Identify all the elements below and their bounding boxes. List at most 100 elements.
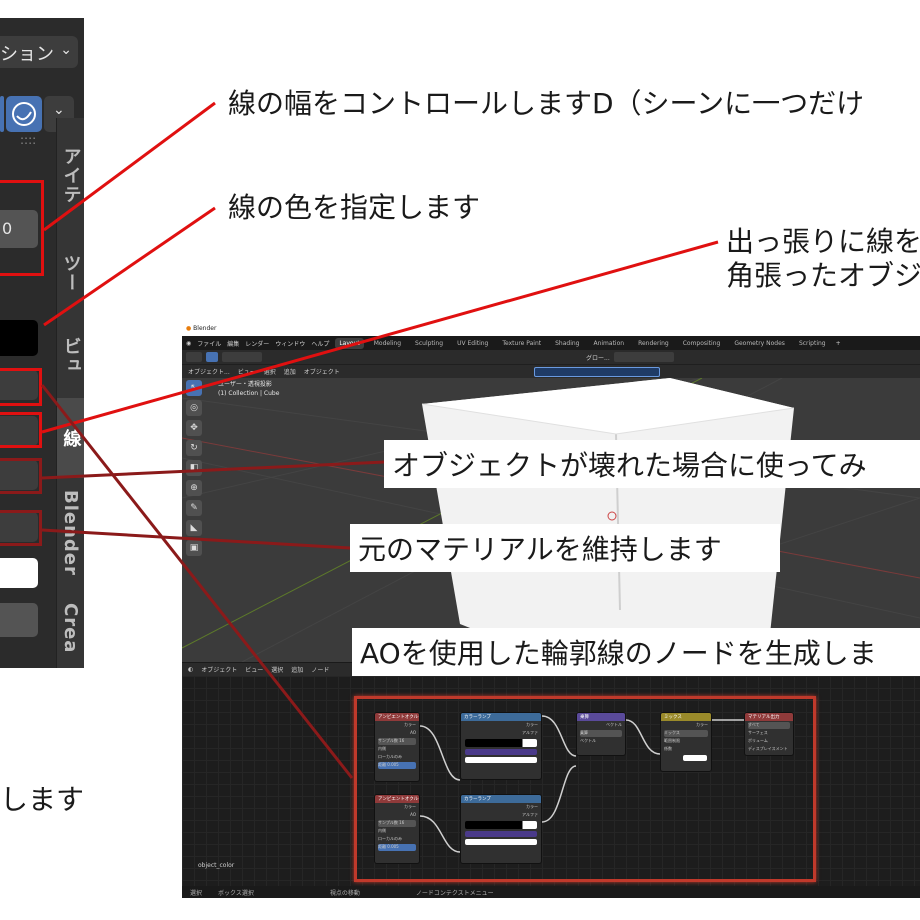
tab-modeling[interactable]: Modeling <box>370 338 405 349</box>
tab-create[interactable]: Crea <box>56 588 84 668</box>
cursor-tool-icon[interactable]: ◎ <box>186 400 202 416</box>
status-box-select: ボックス選択 <box>218 889 254 897</box>
node-samples-field[interactable]: サンプル数 16 <box>378 738 416 745</box>
menu-window[interactable]: ウィンドウ <box>275 339 305 348</box>
node-output-ao: AO <box>410 812 416 817</box>
color-ramp-swatch[interactable] <box>465 839 537 845</box>
node-editor-type-icon[interactable]: ◐ <box>188 666 193 673</box>
blender-menu-icon[interactable]: ◉ <box>186 340 191 347</box>
node-menu-select[interactable]: 選択 <box>271 665 283 674</box>
node-distance-field[interactable]: 距離 0.005 <box>378 762 416 769</box>
create-button[interactable] <box>0 603 38 637</box>
node-clamp-checkbox[interactable]: 範囲制限 <box>664 738 708 745</box>
3d-viewport[interactable] <box>182 378 920 662</box>
status-bar: 選択 ボックス選択 視点の移動 ノードコンテクストメニュー <box>182 886 920 898</box>
mix-color-swatch[interactable] <box>683 755 707 761</box>
viewport-menu-add[interactable]: 追加 <box>284 367 296 376</box>
node-inside-checkbox[interactable]: 内側 <box>378 828 416 835</box>
transform-tool-icon[interactable]: ⊕ <box>186 480 202 496</box>
annotation-corner-line-2: 角張ったオブジ <box>726 259 920 292</box>
node-menu-node[interactable]: ノード <box>311 665 329 674</box>
tab-uv-editing[interactable]: UV Editing <box>453 338 492 349</box>
viewport-menu-select[interactable]: 選択 <box>264 367 276 376</box>
measure-tool-icon[interactable]: ◣ <box>186 520 202 536</box>
select-tool-icon[interactable]: ↖ <box>186 380 202 396</box>
color-ramp-stop-field[interactable] <box>465 749 537 755</box>
node-local-checkbox[interactable]: ローカルのみ <box>378 754 416 761</box>
line-color-swatch[interactable] <box>0 320 38 356</box>
menu-render[interactable]: レンダー <box>245 339 269 348</box>
mix-node[interactable]: ミックス カラー ミックス 範囲制限 係数 <box>660 712 712 772</box>
tab-layout[interactable]: Layout <box>335 337 364 349</box>
drag-handle-icon[interactable]: :::: <box>20 133 36 147</box>
shader-node-editor[interactable]: アンビエントオクルージョン カラー AO サンプル数 16 内側 ローカルのみ … <box>182 676 920 886</box>
viewport-menu-view[interactable]: ビュー <box>238 367 256 376</box>
multiply-node[interactable]: 乗算 ベクトル 乗算 ベクトル <box>576 712 626 756</box>
mode-dropdown[interactable]: ション ⌄ <box>0 36 78 68</box>
select-mode-icon[interactable] <box>206 352 218 362</box>
tab-animation[interactable]: Animation <box>589 338 628 349</box>
node-local-checkbox[interactable]: ローカルのみ <box>378 836 416 843</box>
node-mode-dropdown[interactable]: オブジェクト <box>201 665 237 674</box>
tab-tool[interactable]: ツー <box>56 233 84 313</box>
viewport-mode-dropdown[interactable]: オブジェクト... <box>188 367 230 376</box>
add-cube-tool-icon[interactable]: ▣ <box>186 540 202 556</box>
ao-node-field[interactable] <box>0 558 38 588</box>
tab-scripting[interactable]: Scripting <box>795 338 830 349</box>
color-ramp-swatch[interactable] <box>465 757 537 763</box>
rotate-tool-icon[interactable]: ↻ <box>186 440 202 456</box>
material-output-node[interactable]: マテリアル出力 すべて サーフェス ボリューム ディスプレイスメント <box>744 712 794 756</box>
node-output-color: カラー <box>526 722 538 727</box>
viewport-menu-object[interactable]: オブジェクト <box>304 367 340 376</box>
node-samples-field[interactable]: サンプル数 16 <box>378 820 416 827</box>
menu-help[interactable]: ヘルプ <box>311 339 329 348</box>
ao-node-2[interactable]: アンビエントオクルージョン カラー AO サンプル数 16 内側 ローカルのみ … <box>374 794 420 864</box>
blender-screenshot: ● Blender ◉ ファイル 編集 レンダー ウィンドウ ヘルプ Layou… <box>182 322 920 898</box>
node-title: アンビエントオクルージョン <box>375 795 419 803</box>
annotation-line-width: 線の幅をコントロールしますD（シーンに一つだけ <box>228 87 865 120</box>
viewport-shading-header[interactable] <box>533 366 660 377</box>
tab-sculpting[interactable]: Sculpting <box>411 338 447 349</box>
move-tool-icon[interactable]: ✥ <box>186 420 202 436</box>
editor-type-icon[interactable] <box>186 352 202 362</box>
tab-rendering[interactable]: Rendering <box>634 338 673 349</box>
tab-blender[interactable]: Blender <box>56 478 84 588</box>
viewport-shading-solid[interactable] <box>0 96 4 132</box>
node-title: ミックス <box>661 713 711 721</box>
tab-item[interactable]: アイテ <box>56 118 84 233</box>
node-input-displacement: ディスプレイスメント <box>748 746 788 751</box>
node-inside-checkbox[interactable]: 内側 <box>378 746 416 753</box>
transform-orientation-dropdown[interactable]: グロー... <box>586 353 610 362</box>
node-blend-dropdown[interactable]: ミックス <box>664 730 708 737</box>
tab-compositing[interactable]: Compositing <box>679 338 725 349</box>
viewport-header: オブジェクト... ビュー 選択 追加 オブジェクト <box>182 364 920 378</box>
tab-shading[interactable]: Shading <box>551 338 583 349</box>
add-workspace-icon[interactable]: + <box>836 340 841 347</box>
tab-geometry-nodes[interactable]: Geometry Nodes <box>730 338 789 349</box>
node-operation-dropdown[interactable]: 乗算 <box>580 730 622 737</box>
node-menu-add[interactable]: 追加 <box>291 665 303 674</box>
color-ramp-gradient[interactable] <box>465 739 537 747</box>
menu-file[interactable]: ファイル <box>197 339 221 348</box>
color-ramp-stop-field[interactable] <box>465 831 537 837</box>
tab-line[interactable]: 線 <box>56 398 84 478</box>
scale-tool-icon[interactable]: ◧ <box>186 460 202 476</box>
highlight-crease <box>0 368 42 406</box>
node-factor-input: 係数 <box>664 746 672 751</box>
node-target-dropdown[interactable]: すべて <box>748 722 790 729</box>
annotate-tool-icon[interactable]: ✎ <box>186 500 202 516</box>
node-input-surface: サーフェス <box>748 730 768 735</box>
node-distance-field[interactable]: 距離 0.005 <box>378 844 416 851</box>
chevron-down-icon: ⌄ <box>53 102 65 118</box>
node-menu-view[interactable]: ビュー <box>245 665 263 674</box>
snap-controls[interactable] <box>613 352 674 362</box>
color-ramp-node-1[interactable]: カラーランプ カラー アルファ <box>460 712 542 780</box>
viewport-shading-render-button[interactable] <box>6 96 42 132</box>
tab-view[interactable]: ビュ <box>56 313 84 398</box>
color-ramp-node-2[interactable]: カラーランプ カラー アルファ <box>460 794 542 864</box>
select-box-icons[interactable] <box>222 352 262 362</box>
menu-edit[interactable]: 編集 <box>227 339 239 348</box>
tab-texture-paint[interactable]: Texture Paint <box>498 338 545 349</box>
color-ramp-gradient[interactable] <box>465 821 537 829</box>
ao-node-1[interactable]: アンビエントオクルージョン カラー AO サンプル数 16 内側 ローカルのみ … <box>374 712 420 782</box>
